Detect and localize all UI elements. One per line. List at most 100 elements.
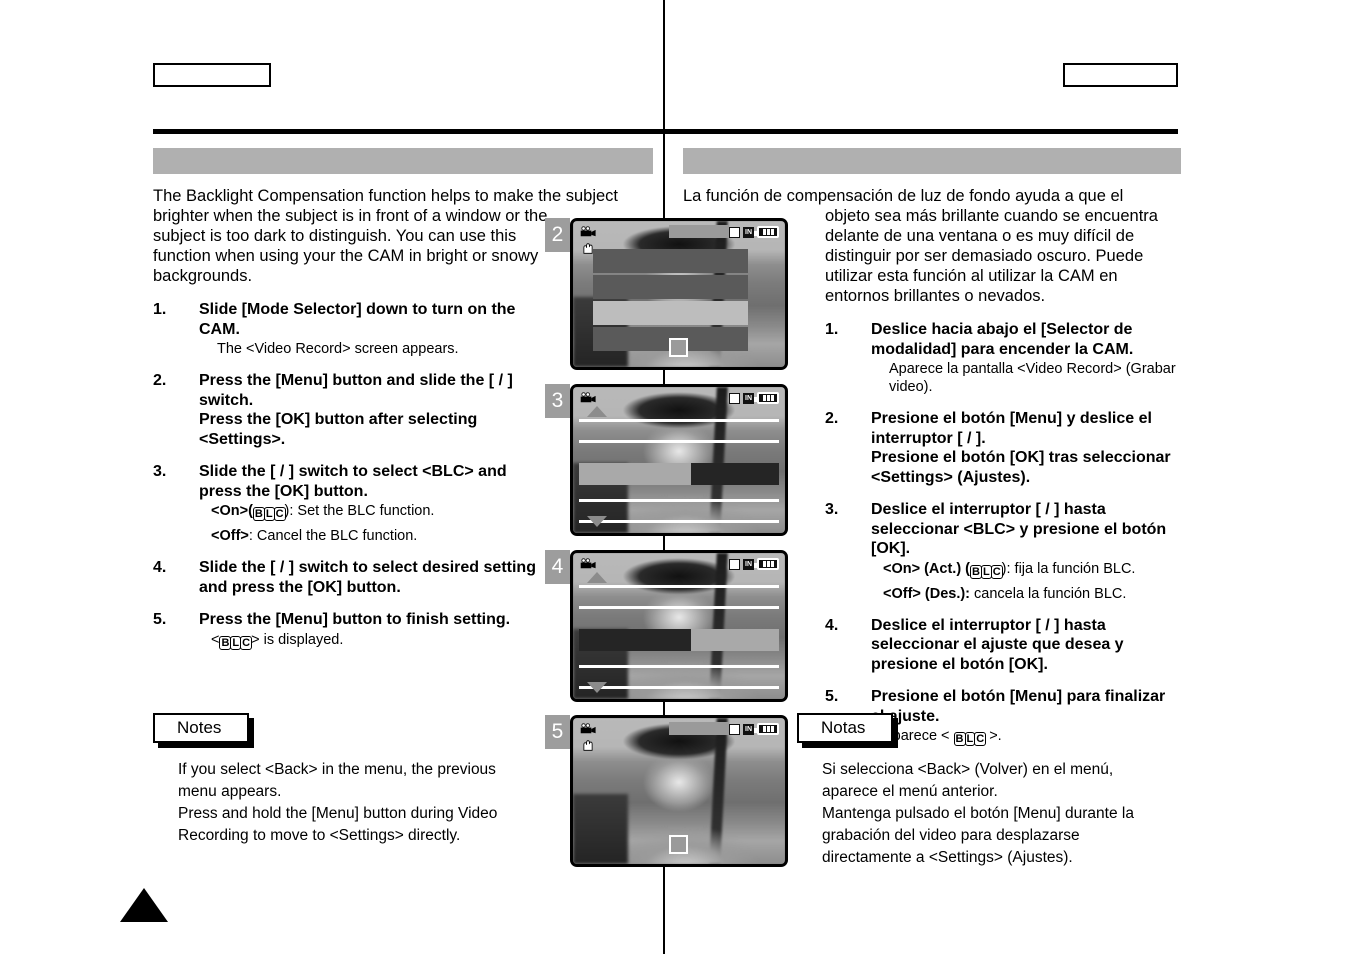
- lcd-list-divider: [579, 499, 779, 502]
- english-step-5-sub: < B L C> is displayed.: [199, 631, 553, 655]
- spanish-step-2-title: Presione el botón [Menu] y deslice el in…: [871, 410, 1152, 447]
- scroll-up-triangle-icon[interactable]: [587, 572, 607, 583]
- blc-icon: BLC: [252, 507, 286, 526]
- english-on-label: <On>(: [211, 503, 253, 519]
- english-step-5-number: 5.: [153, 611, 167, 628]
- lcd-list-divider: [579, 440, 779, 443]
- lcd-list-row-label: [579, 463, 691, 485]
- spanish-notes-body: Si selecciona <Back> (Volver) en el menú…: [797, 759, 1192, 869]
- spanish-step-4-number: 4.: [825, 616, 839, 634]
- lcd-menu-row[interactable]: [593, 249, 748, 273]
- lcd-screen-2: IN: [570, 218, 788, 370]
- anti-shake-hand-icon: [583, 740, 593, 751]
- lcd-list-divider: [579, 585, 779, 588]
- english-step-3-sub-on: <On>(B L C): Set the BLC function.: [199, 502, 553, 526]
- section-title-bar-english: [153, 148, 653, 174]
- english-off-tail: : Cancel the BLC function.: [248, 528, 418, 544]
- spanish-intro-line1: La función de compensación de luz de fon…: [683, 187, 1124, 205]
- osd-status-icons: IN: [729, 723, 779, 735]
- lcd-list-row-value: [691, 463, 779, 485]
- english-notes-line2: menu appears.: [178, 783, 282, 800]
- english-step-2: 2. Press the [Menu] button and slide the…: [153, 371, 553, 449]
- english-notes-line4: Recording to move to <Settings> directly…: [178, 827, 461, 844]
- internal-memory-label: IN: [743, 723, 754, 735]
- lcd-menu-row-selected[interactable]: [593, 301, 748, 325]
- spanish-step-1-number: 1.: [825, 321, 839, 338]
- english-step-3: 3. Slide the [ / ] switch to select <BLC…: [153, 462, 553, 545]
- english-step-2-title: Press the [Menu] button and slide the [ …: [199, 372, 513, 409]
- osd-status-icons: IN: [729, 226, 779, 238]
- english-step-1: 1. Slide [Mode Selector] down to turn on…: [153, 300, 553, 358]
- spanish-step-1-title: Deslice hacia abajo el [Selector de moda…: [871, 321, 1134, 358]
- osd-title-placeholder: [669, 225, 729, 238]
- scroll-down-triangle-icon[interactable]: [587, 516, 607, 527]
- english-step-4-number: 4.: [153, 559, 167, 576]
- english-on-tail: ): Set the BLC function.: [284, 503, 435, 519]
- english-intro-rest: brighter when the subject is in front of…: [153, 207, 548, 285]
- english-notes-line1: If you select <Back> in the menu, the pr…: [178, 761, 496, 778]
- lcd-screen-3: IN: [570, 384, 788, 536]
- screenshot-3-number: 3: [545, 384, 570, 418]
- lcd-menu-row[interactable]: [593, 275, 748, 299]
- english-step-1-sub: The <Video Record> screen appears.: [217, 341, 459, 357]
- spanish-step-2-title2: Presione el botón [OK] tras seleccionar …: [871, 449, 1171, 486]
- spanish-notes-line4: grabación del video para desplazarse: [822, 827, 1080, 844]
- spanish-off-label: <Off> (Des.):: [883, 585, 971, 602]
- camcorder-icon: [580, 723, 596, 734]
- spanish-off-tail: cancela la función BLC.: [970, 585, 1127, 602]
- spanish-step-3-number: 3.: [825, 501, 839, 518]
- lcd-settings-list[interactable]: [573, 387, 785, 533]
- lcd-settings-list[interactable]: [573, 553, 785, 699]
- header-horizontal-rule: [153, 129, 1178, 134]
- internal-memory-label: IN: [743, 226, 754, 238]
- english-step-5-sub-pre: <: [211, 631, 220, 648]
- osd-record-indicator: [669, 835, 688, 854]
- spanish-step-3-sub-on: <On> (Act.) (B L C): fija la función BLC.: [871, 560, 1179, 584]
- english-intro-line1: The Backlight Compensation function help…: [153, 187, 619, 205]
- lcd-photo-dark-area: [573, 793, 629, 864]
- blc-icon-letter-l: L: [263, 507, 275, 521]
- english-step-1-number: 1.: [153, 301, 167, 318]
- spanish-notes-line1: Si selecciona <Back> (Volver) en el menú…: [822, 761, 1114, 778]
- memory-card-icon: [729, 226, 740, 238]
- screenshot-5-number: 5: [545, 715, 570, 749]
- english-step-3-title: Slide the [ / ] switch to select <BLC> a…: [199, 463, 507, 500]
- lcd-list-divider: [579, 686, 779, 689]
- lcd-list-row-selected[interactable]: [579, 629, 779, 651]
- osd-title-placeholder: [669, 722, 729, 735]
- english-step-5-title: Press the [Menu] button to finish settin…: [199, 611, 511, 628]
- english-step-3-number: 3.: [153, 463, 167, 480]
- spanish-notes-line3: Mantenga pulsado el botón [Menu] durante…: [822, 805, 1134, 822]
- header-box-left: [153, 63, 271, 87]
- osd-record-indicator: [669, 338, 688, 357]
- spanish-step-3-sub-off: <Off> (Des.): cancela la función BLC.: [871, 585, 1179, 603]
- screenshot-4-number: 4: [545, 550, 570, 584]
- lcd-list-divider: [579, 419, 779, 422]
- spanish-on-tail: ): fija la función BLC.: [1001, 560, 1136, 577]
- lcd-list-row-label: [579, 629, 691, 651]
- spanish-step-2-number: 2.: [825, 410, 839, 427]
- english-step-1-title: Slide [Mode Selector] down to turn on th…: [199, 301, 516, 338]
- english-step-2-number: 2.: [153, 372, 167, 389]
- lcd-list-divider: [579, 606, 779, 609]
- lcd-list-row-selected[interactable]: [579, 463, 779, 485]
- english-step-4-title: Slide the [ / ] switch to select desired…: [199, 559, 536, 596]
- battery-icon: [754, 226, 779, 238]
- spanish-on-label: <On> (Act.) (: [883, 560, 971, 577]
- lcd-screen-4: IN: [570, 550, 788, 702]
- english-step-2-title2: Press the [OK] button after selecting <S…: [199, 411, 478, 448]
- english-off-label: <Off>: [211, 528, 249, 544]
- english-step-5-sub-post: > is displayed.: [251, 631, 344, 648]
- scroll-up-triangle-icon[interactable]: [587, 406, 607, 417]
- spanish-notes-label: Notas: [797, 713, 894, 743]
- spanish-step-4-title: Deslice el interruptor [ / ] hasta selec…: [871, 616, 1124, 673]
- english-step-4: 4. Slide the [ / ] switch to select desi…: [153, 558, 553, 597]
- memory-card-icon: [729, 723, 740, 735]
- spanish-step-1-sub: Aparece la pantalla <Video Record> (Grab…: [889, 361, 1176, 395]
- lcd-list-row-value: [691, 629, 779, 651]
- lcd-list-divider: [579, 520, 779, 523]
- english-notes-block: Notes If you select <Back> in the menu, …: [153, 713, 548, 847]
- section-title-bar-spanish: [683, 148, 1181, 174]
- scroll-down-triangle-icon[interactable]: [587, 682, 607, 693]
- battery-icon: [754, 723, 779, 735]
